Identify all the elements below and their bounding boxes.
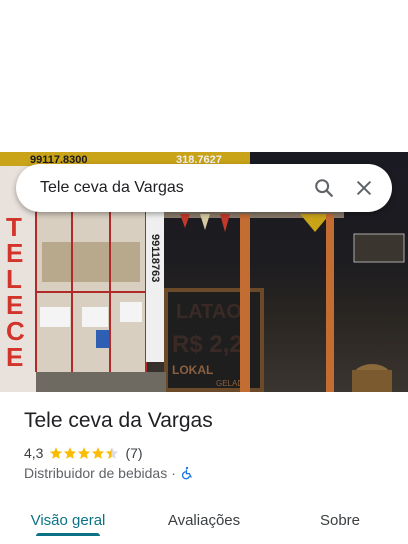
tab-overview[interactable]: Visão geral [0,496,136,544]
place-category: Distribuidor de bebidas [24,465,168,481]
rating-stars [49,446,119,460]
star-full-icon [50,447,63,459]
wooden-post [240,214,250,392]
search-bar[interactable]: Tele ceva da Vargas [16,164,392,212]
tab-reviews[interactable]: Avaliações [136,496,272,544]
search-button[interactable] [304,168,344,208]
star-full-icon [92,447,105,459]
star-partial-icon [106,447,119,459]
separator-dot: · [171,465,176,481]
star-full-icon [64,447,77,459]
tab-reviews-label: Avaliações [167,511,241,529]
svg-text:E: E [6,342,23,372]
clear-button[interactable] [344,168,384,208]
place-name: Tele ceva da Vargas [24,409,213,432]
place-tabs: Visão geral Avaliações Sobre [0,496,408,544]
star-full-icon [78,447,91,459]
close-icon [357,181,371,195]
pillar-number: 99118763 [149,234,161,282]
board-line3: LOKAL [172,363,213,377]
wooden-post [326,214,334,392]
search-icon [315,179,333,197]
wheelchair-accessible-icon[interactable] [180,466,194,480]
rating-row[interactable]: 4,3 (7) [24,444,143,462]
category-row: Distribuidor de bebidas · [24,464,194,482]
tab-overview-label: Visão geral [30,511,106,529]
tab-about[interactable]: Sobre [272,496,408,544]
board-line2: R$ 2,2 [172,331,243,358]
tab-about-label: Sobre [319,511,361,529]
search-input[interactable]: Tele ceva da Vargas [16,179,304,197]
review-count[interactable]: (7) [125,445,142,461]
rating-value: 4,3 [24,445,44,461]
board-line1: LATAO [176,301,242,323]
